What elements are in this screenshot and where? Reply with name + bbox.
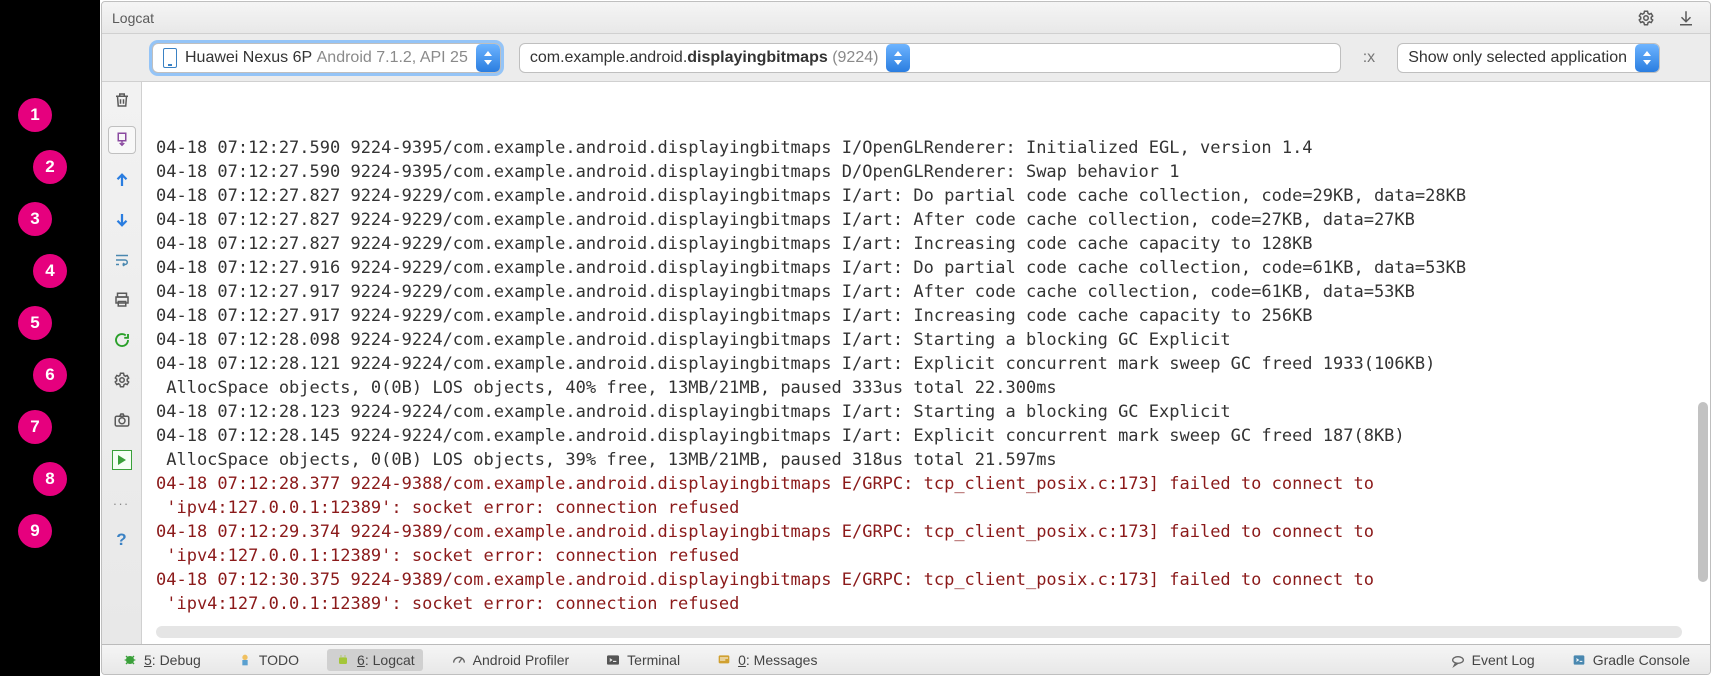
todo-icon <box>237 652 253 668</box>
camera-icon[interactable] <box>108 406 136 434</box>
horizontal-scrollbar[interactable] <box>156 626 1682 638</box>
log-line[interactable]: 04-18 07:12:28.123 9224-9224/com.example… <box>156 400 1686 424</box>
app-select[interactable]: com.example.android.displayingbitmaps (9… <box>519 43 1341 73</box>
tab-messages[interactable]: 0: Messages <box>708 649 825 671</box>
log-line[interactable]: 'ipv4:127.0.0.1:12389': socket error: co… <box>156 544 1686 568</box>
messages-icon <box>716 652 732 668</box>
speech-icon <box>1450 652 1466 668</box>
logcat-panel: Logcat Huawei Nexus 6P Android 7.1.2, AP… <box>101 1 1711 675</box>
hide-icon[interactable] <box>1672 4 1700 32</box>
log-line[interactable]: 04-18 07:12:27.827 9224-9229/com.example… <box>156 208 1686 232</box>
chevron-updown-icon <box>1635 44 1659 72</box>
trash-icon[interactable] <box>108 86 136 114</box>
device-select[interactable]: Huawei Nexus 6P Android 7.1.2, API 25 <box>152 43 501 73</box>
tab-label: TODO <box>259 652 299 668</box>
device-icon <box>163 48 177 68</box>
chevron-updown-icon <box>886 44 910 72</box>
regex-toggle[interactable]: :x <box>1359 49 1379 67</box>
titlebar: Logcat <box>102 2 1710 34</box>
log-line[interactable]: AllocSpace objects, 0(0B) LOS objects, 4… <box>156 376 1686 400</box>
log-line[interactable]: 04-18 07:12:27.917 9224-9229/com.example… <box>156 280 1686 304</box>
tab-gradle[interactable]: Gradle Console <box>1563 649 1698 671</box>
tab-todo[interactable]: TODO <box>229 649 307 671</box>
left-toolbar: ... ? <box>102 82 142 644</box>
log-line[interactable]: 'ipv4:127.0.0.1:12389': socket error: co… <box>156 496 1686 520</box>
app-package-prefix: com.example.android. <box>530 49 687 67</box>
tab-debug[interactable]: 5: Debug <box>114 649 209 671</box>
callout-7: 7 <box>18 410 52 444</box>
log-line[interactable]: 04-18 07:12:27.827 9224-9229/com.example… <box>156 184 1686 208</box>
scroll-to-end-icon[interactable] <box>108 126 136 154</box>
log-line[interactable]: 04-18 07:12:28.121 9224-9224/com.example… <box>156 352 1686 376</box>
status-bar: 5: Debug TODO 6: Logcat Android Profiler <box>102 644 1710 674</box>
settings-icon[interactable] <box>108 366 136 394</box>
filter-bar: Huawei Nexus 6P Android 7.1.2, API 25 co… <box>102 34 1710 82</box>
screen-record-button[interactable] <box>108 446 136 474</box>
soft-wrap-icon[interactable] <box>108 246 136 274</box>
callout-9: 9 <box>18 514 52 548</box>
log-line[interactable]: AllocSpace objects, 0(0B) LOS objects, 3… <box>156 448 1686 472</box>
scope-label: Show only selected application <box>1408 49 1627 67</box>
log-line[interactable]: 04-18 07:12:27.590 9224-9395/com.example… <box>156 160 1686 184</box>
callout-4: 4 <box>33 254 67 288</box>
restart-icon[interactable] <box>108 326 136 354</box>
app-package-name: displayingbitmaps <box>687 49 827 67</box>
callout-5: 5 <box>18 306 52 340</box>
tab-label: 0: Messages <box>738 652 817 668</box>
tab-logcat[interactable]: 6: Logcat <box>327 649 423 671</box>
log-line[interactable]: 04-18 07:12:27.827 9224-9229/com.example… <box>156 232 1686 256</box>
bug-icon <box>122 652 138 668</box>
chevron-updown-icon <box>476 44 500 72</box>
log-line[interactable]: 04-18 07:12:27.917 9224-9229/com.example… <box>156 304 1686 328</box>
overflow-icon[interactable]: ... <box>108 486 136 514</box>
tab-terminal[interactable]: Terminal <box>597 649 688 671</box>
vertical-scrollbar-thumb[interactable] <box>1698 402 1708 582</box>
log-output[interactable]: 04-18 07:12:27.590 9224-9395/com.example… <box>142 82 1696 644</box>
tab-label: 5: Debug <box>144 652 201 668</box>
callout-1: 1 <box>18 98 52 132</box>
log-line[interactable]: 04-18 07:12:29.374 9224-9389/com.example… <box>156 520 1686 544</box>
log-line[interactable]: 04-18 07:12:28.098 9224-9224/com.example… <box>156 328 1686 352</box>
android-icon <box>335 652 351 668</box>
vertical-scrollbar-track <box>1696 82 1710 644</box>
scope-select[interactable]: Show only selected application <box>1397 43 1660 73</box>
gauge-icon <box>451 652 467 668</box>
panel-body: ... ? 04-18 07:12:27.590 9224-9395/com.e… <box>102 82 1710 644</box>
terminal-icon <box>605 652 621 668</box>
app-pid: (9224) <box>832 49 878 67</box>
console-icon <box>1571 652 1587 668</box>
log-line[interactable]: 04-18 07:12:28.145 9224-9224/com.example… <box>156 424 1686 448</box>
log-line[interactable]: 04-18 07:12:30.375 9224-9389/com.example… <box>156 568 1686 592</box>
help-icon[interactable]: ? <box>108 526 136 554</box>
callout-2: 2 <box>33 150 67 184</box>
log-line[interactable]: 04-18 07:12:28.377 9224-9388/com.example… <box>156 472 1686 496</box>
callout-3: 3 <box>18 202 52 236</box>
tab-label: Terminal <box>627 652 680 668</box>
print-icon[interactable] <box>108 286 136 314</box>
gear-icon[interactable] <box>1632 4 1660 32</box>
tab-label: Android Profiler <box>473 652 570 668</box>
tab-label: Gradle Console <box>1593 652 1690 668</box>
panel-title: Logcat <box>112 10 154 26</box>
tab-eventlog[interactable]: Event Log <box>1442 649 1543 671</box>
tab-profiler[interactable]: Android Profiler <box>443 649 578 671</box>
callout-8: 8 <box>33 462 67 496</box>
log-line[interactable]: 'ipv4:127.0.0.1:12389': socket error: co… <box>156 592 1686 616</box>
log-line[interactable]: 04-18 07:12:27.916 9224-9229/com.example… <box>156 256 1686 280</box>
callout-column: 1 2 3 4 5 6 7 8 9 <box>0 0 100 676</box>
down-arrow-icon[interactable] <box>108 206 136 234</box>
device-name: Huawei Nexus 6P <box>185 49 312 67</box>
callout-6: 6 <box>33 358 67 392</box>
up-arrow-icon[interactable] <box>108 166 136 194</box>
tab-label: 6: Logcat <box>357 652 415 668</box>
device-version: Android 7.1.2, API 25 <box>317 49 468 67</box>
log-line[interactable]: 04-18 07:12:27.590 9224-9395/com.example… <box>156 136 1686 160</box>
tab-label: Event Log <box>1472 652 1535 668</box>
